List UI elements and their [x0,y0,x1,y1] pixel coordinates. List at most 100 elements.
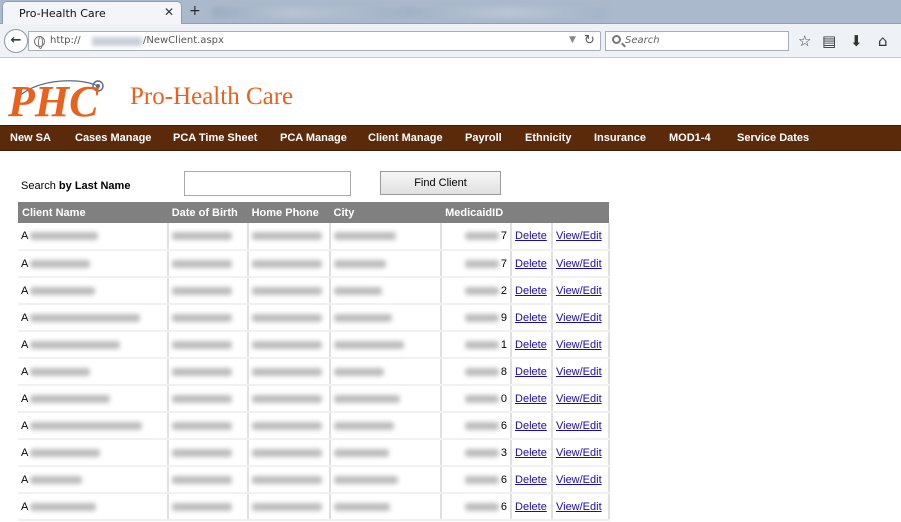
view-edit-link[interactable]: View/Edit [556,501,602,513]
delete-link[interactable]: Delete [515,230,547,242]
client-name-initial: A [21,284,29,297]
reload-icon[interactable]: ↻ [584,33,595,48]
view-edit-link[interactable]: View/Edit [556,366,602,378]
view-edit-link[interactable]: View/Edit [556,312,602,324]
home-phone-cell [247,439,331,467]
menu-ethnicity[interactable]: Ethnicity [525,132,571,144]
city-cell [329,493,443,521]
new-tab-button[interactable]: + [189,3,201,19]
city-cell [329,223,443,251]
menu-pca-manage[interactable]: PCA Manage [280,132,347,144]
client-name-initial: A [21,500,29,513]
client-name-cell: A [18,439,169,467]
menu-service-dates[interactable]: Service Dates [737,132,809,144]
view-edit-link[interactable]: View/Edit [556,339,602,351]
medicaid-id-cell: 1 [441,331,513,359]
client-name-cell: A [18,493,169,521]
menu-new-sa[interactable]: New SA [10,132,51,144]
search-placeholder: Search [625,35,660,46]
delete-link[interactable]: Delete [515,447,547,459]
col-client-name[interactable]: Client Name [18,202,168,223]
menu-mod1-4[interactable]: MOD1-4 [669,132,711,144]
delete-link[interactable]: Delete [515,420,547,432]
last-name-input[interactable] [184,171,351,196]
url-path: /NewClient.aspx [143,35,224,46]
col-city[interactable]: City [329,202,442,223]
city-cell [329,358,443,386]
delete-cell: Delete [511,466,553,494]
redacted-dob [171,475,232,484]
medicaid-id-cell: 8 [441,358,513,386]
back-icon[interactable]: ← [4,29,28,53]
redacted-dob [171,448,232,457]
view-edit-cell: View/Edit [551,385,611,413]
home-phone-cell [247,493,331,521]
menu-payroll[interactable]: Payroll [465,132,502,144]
medicaid-id-cell: 0 [441,385,513,413]
url-dropdown-icon[interactable]: ▼ [569,35,576,45]
view-edit-cell: View/Edit [551,466,611,494]
redacted-city [333,502,390,511]
client-name-initial: A [21,257,29,270]
redacted-name [30,232,99,240]
delete-link[interactable]: Delete [515,501,547,513]
redacted-phone [251,313,322,322]
download-icon[interactable]: ⬇ [850,32,863,50]
redacted-phone [251,286,322,295]
main-menu-bar: New SA Cases Manage PCA Time Sheet PCA M… [0,125,901,151]
view-edit-cell: View/Edit [551,331,611,359]
delete-link[interactable]: Delete [515,366,547,378]
view-edit-link[interactable]: View/Edit [556,285,602,297]
client-name-cell: A [18,223,169,251]
view-edit-link[interactable]: View/Edit [556,474,602,486]
date-of-birth-cell [167,385,249,413]
close-tab-icon[interactable]: ✕ [164,5,174,19]
browser-tab[interactable]: Pro-Health Care ✕ [2,1,182,24]
menu-insurance[interactable]: Insurance [594,132,646,144]
col-medicaid-id[interactable]: MedicaidID [441,202,512,223]
view-edit-cell: View/Edit [551,250,611,278]
blurred-background-tabs [212,7,607,18]
find-client-button[interactable]: Find Client [380,171,501,195]
home-phone-cell [247,466,331,494]
delete-link[interactable]: Delete [515,258,547,270]
view-edit-link[interactable]: View/Edit [556,420,602,432]
view-edit-link[interactable]: View/Edit [556,393,602,405]
view-edit-link[interactable]: View/Edit [556,447,602,459]
city-cell [329,277,443,305]
delete-link[interactable]: Delete [515,474,547,486]
city-cell [329,304,443,332]
bookmark-star-icon[interactable]: ☆ [798,32,811,50]
redacted-dob [171,286,232,295]
view-edit-link[interactable]: View/Edit [556,230,602,242]
view-edit-cell: View/Edit [551,493,611,521]
address-bar[interactable]: http:// /NewClient.aspx ▼ ↻ [28,31,601,51]
menu-pca-time-sheet[interactable]: PCA Time Sheet [173,132,257,144]
client-name-initial: A [21,311,29,324]
browser-search-box[interactable]: Search [605,31,789,51]
delete-link[interactable]: Delete [515,393,547,405]
medicaid-id-cell: 6 [441,493,513,521]
medicaid-id-cell: 6 [441,412,513,440]
medicaid-id-cell: 9 [441,304,513,332]
menu-cases-manage[interactable]: Cases Manage [75,132,151,144]
view-edit-link[interactable]: View/Edit [556,258,602,270]
delete-cell: Delete [511,223,553,251]
delete-link[interactable]: Delete [515,285,547,297]
url-prefix: http:// [50,35,81,46]
medicaid-id-cell: 3 [441,439,513,467]
table-header-row: Client Name Date of Birth Home Phone Cit… [18,202,609,223]
view-edit-cell: View/Edit [551,277,611,305]
home-icon[interactable]: ⌂ [878,32,888,50]
redacted-name [30,448,101,457]
delete-link[interactable]: Delete [515,339,547,351]
col-date-of-birth[interactable]: Date of Birth [167,202,248,223]
col-home-phone[interactable]: Home Phone [247,202,330,223]
reading-list-icon[interactable]: ▤ [822,32,836,50]
redacted-medicaid [464,475,499,484]
delete-link[interactable]: Delete [515,312,547,324]
delete-cell: Delete [511,277,553,305]
search-icon [612,35,621,44]
menu-client-manage[interactable]: Client Manage [368,132,443,144]
medicaid-last-digit: 2 [500,284,508,297]
